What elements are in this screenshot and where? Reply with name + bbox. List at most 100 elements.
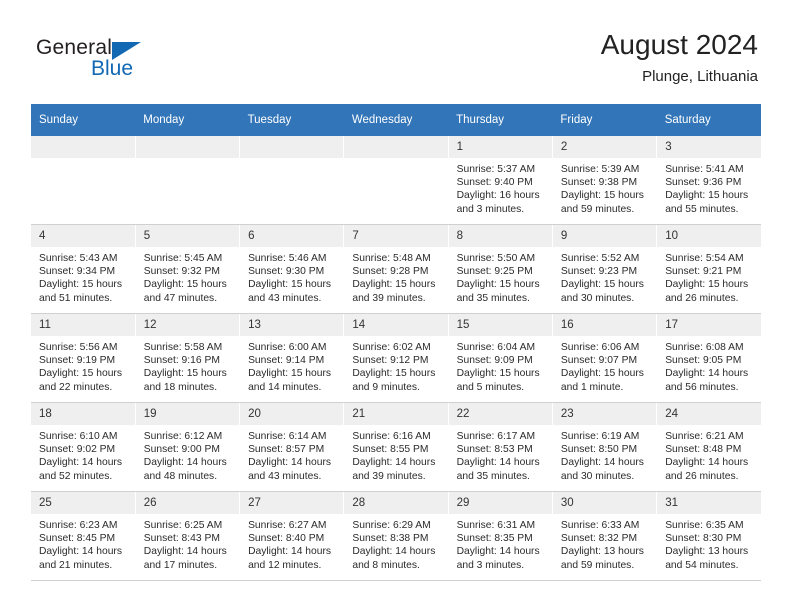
sunset-text: Sunset: 8:57 PM	[248, 444, 325, 456]
calendar-day-cell[interactable]: 9 Sunrise: 5:52 AM Sunset: 9:23 PM Daylight…	[552, 224, 658, 314]
calendar-day-cell[interactable]: 11 Sunrise: 5:56 AM Sunset: 9:19 PM Dayligh…	[31, 313, 136, 403]
weekday-header-saturday: Saturday	[656, 104, 761, 136]
sunrise-text: Sunrise: 5:41 AM	[665, 164, 744, 175]
calendar-day-cell[interactable]: 24 Sunrise: 6:21 AM Sunset: 8:48 PM Dayligh…	[656, 402, 761, 492]
sunset-text: Sunset: 8:30 PM	[665, 533, 742, 545]
calendar-day-cell[interactable]: 2 Sunrise: 5:39 AM Sunset: 9:38 PM Daylight…	[552, 136, 658, 225]
calendar-day-cell[interactable]: 25 Sunrise: 6:23 AM Sunset: 8:45 PM Dayligh…	[31, 491, 136, 581]
day-number: 26	[135, 492, 240, 514]
sunrise-text: Sunrise: 6:16 AM	[352, 431, 431, 442]
day-details: Sunrise: 6:14 AM Sunset: 8:57 PM Daylight:…	[240, 425, 343, 483]
weekday-header-monday: Monday	[135, 104, 240, 136]
page-title: August 2024	[600, 29, 758, 60]
calendar-day-cell[interactable]: 29 Sunrise: 6:31 AM Sunset: 8:35 PM Dayligh…	[448, 491, 553, 581]
calendar-day-cell[interactable]: 4 Sunrise: 5:43 AM Sunset: 9:34 PM Daylight…	[31, 224, 136, 314]
calendar-day-cell[interactable]: 27 Sunrise: 6:27 AM Sunset: 8:40 PM Dayligh…	[239, 491, 345, 581]
sunset-text: Sunset: 8:38 PM	[352, 533, 429, 545]
calendar-day-cell[interactable]: 17 Sunrise: 6:08 AM Sunset: 9:05 PM Dayligh…	[656, 313, 761, 403]
calendar-week-row: 25 Sunrise: 6:23 AM Sunset: 8:45 PM Dayligh…	[31, 491, 761, 581]
daylight-text: Daylight: 16 hours and 3 minutes.	[456, 190, 540, 215]
calendar-day-cell[interactable]: 6 Sunrise: 5:46 AM Sunset: 9:30 PM Daylight…	[239, 224, 345, 314]
calendar-day-cell[interactable]: 15 Sunrise: 6:04 AM Sunset: 9:09 PM Dayligh…	[448, 313, 553, 403]
brand-name-blue: Blue	[91, 57, 134, 80]
daylight-text: Daylight: 14 hours and 35 minutes.	[456, 457, 540, 482]
sunrise-text: Sunrise: 6:04 AM	[456, 342, 536, 353]
page-header: General Blue August 2024 Plunge, Lithuan…	[0, 0, 792, 100]
calendar-week-row: 18 Sunrise: 6:10 AM Sunset: 9:02 PM Dayligh…	[31, 402, 761, 492]
weekday-header-thursday: Thursday	[448, 104, 553, 136]
day-details: Sunrise: 6:00 AM Sunset: 9:14 PM Daylight:…	[240, 336, 343, 394]
sunset-text: Sunset: 9:38 PM	[560, 177, 638, 189]
calendar-day-cell[interactable]: 19 Sunrise: 6:12 AM Sunset: 9:00 PM Dayligh…	[135, 402, 241, 492]
sunset-text: Sunset: 8:32 PM	[560, 533, 638, 545]
calendar-day-cell[interactable]: 13 Sunrise: 6:00 AM Sunset: 9:14 PM Dayligh…	[239, 313, 345, 403]
calendar-cell-empty	[135, 136, 241, 225]
day-number: 21	[344, 403, 448, 425]
sunset-text: Sunset: 9:21 PM	[665, 266, 742, 278]
day-number: 16	[552, 314, 657, 336]
day-number: 1	[448, 136, 552, 158]
calendar-day-cell[interactable]: 22 Sunrise: 6:17 AM Sunset: 8:53 PM Dayligh…	[448, 402, 553, 492]
day-number: 8	[448, 225, 552, 247]
calendar-day-cell[interactable]: 1 Sunrise: 5:37 AM Sunset: 9:40 PM Daylight…	[448, 136, 553, 225]
daylight-text: Daylight: 15 hours and 5 minutes.	[456, 368, 540, 393]
day-number: 5	[135, 225, 240, 247]
calendar-day-cell[interactable]: 16 Sunrise: 6:06 AM Sunset: 9:07 PM Dayligh…	[552, 313, 658, 403]
day-number: 15	[448, 314, 552, 336]
brand-logo[interactable]: General Blue	[36, 36, 216, 88]
sunrise-text: Sunrise: 5:37 AM	[456, 164, 536, 175]
sunrise-text: Sunrise: 6:02 AM	[352, 342, 431, 353]
day-number: 28	[344, 492, 448, 514]
calendar-week-row: 1 Sunrise: 5:37 AM Sunset: 9:40 PM Daylight…	[31, 136, 761, 225]
sunrise-text: Sunrise: 6:00 AM	[248, 342, 327, 353]
calendar-day-cell[interactable]: 21 Sunrise: 6:16 AM Sunset: 8:55 PM Dayligh…	[343, 402, 449, 492]
day-details: Sunrise: 5:39 AM Sunset: 9:38 PM Daylight:…	[553, 158, 656, 216]
sunrise-text: Sunrise: 6:10 AM	[39, 431, 118, 442]
daylight-text: Daylight: 14 hours and 8 minutes.	[352, 546, 436, 571]
calendar-day-cell[interactable]: 5 Sunrise: 5:45 AM Sunset: 9:32 PM Daylight…	[135, 224, 241, 314]
sunset-text: Sunset: 8:40 PM	[248, 533, 325, 545]
day-number: 17	[657, 314, 761, 336]
day-details: Sunrise: 6:23 AM Sunset: 8:45 PM Daylight:…	[31, 514, 135, 572]
sunrise-text: Sunrise: 5:54 AM	[665, 253, 744, 264]
calendar-day-cell[interactable]: 12 Sunrise: 5:58 AM Sunset: 9:16 PM Dayligh…	[135, 313, 241, 403]
calendar-week-row: 11 Sunrise: 5:56 AM Sunset: 9:19 PM Dayligh…	[31, 313, 761, 403]
sunrise-text: Sunrise: 6:19 AM	[560, 431, 640, 442]
day-details: Sunrise: 6:08 AM Sunset: 9:05 PM Daylight:…	[657, 336, 761, 394]
calendar-day-cell[interactable]: 31 Sunrise: 6:35 AM Sunset: 8:30 PM Dayligh…	[656, 491, 761, 581]
sunrise-text: Sunrise: 6:33 AM	[560, 520, 640, 531]
day-number: 31	[657, 492, 761, 514]
sunset-text: Sunset: 9:05 PM	[665, 355, 742, 367]
calendar-day-cell[interactable]: 8 Sunrise: 5:50 AM Sunset: 9:25 PM Daylight…	[448, 224, 553, 314]
sunset-text: Sunset: 9:00 PM	[143, 444, 220, 456]
day-details: Sunrise: 5:46 AM Sunset: 9:30 PM Daylight:…	[240, 247, 343, 305]
calendar-day-cell[interactable]: 26 Sunrise: 6:25 AM Sunset: 8:43 PM Dayligh…	[135, 491, 241, 581]
day-number: 4	[31, 225, 135, 247]
location-subtitle: Plunge, Lithuania	[642, 68, 758, 85]
sunset-text: Sunset: 9:30 PM	[248, 266, 325, 278]
day-number: 11	[31, 314, 135, 336]
sunset-text: Sunset: 9:40 PM	[456, 177, 533, 189]
sunset-text: Sunset: 9:19 PM	[39, 355, 116, 367]
calendar-day-cell[interactable]: 30 Sunrise: 6:33 AM Sunset: 8:32 PM Dayligh…	[552, 491, 658, 581]
calendar-day-cell[interactable]: 3 Sunrise: 5:41 AM Sunset: 9:36 PM Daylight…	[656, 136, 761, 225]
calendar-day-cell[interactable]: 23 Sunrise: 6:19 AM Sunset: 8:50 PM Dayligh…	[552, 402, 658, 492]
calendar-day-cell[interactable]: 20 Sunrise: 6:14 AM Sunset: 8:57 PM Dayligh…	[239, 402, 345, 492]
sunset-text: Sunset: 9:34 PM	[39, 266, 116, 278]
calendar-day-cell[interactable]: 10 Sunrise: 5:54 AM Sunset: 9:21 PM Dayligh…	[656, 224, 761, 314]
calendar-day-cell[interactable]: 28 Sunrise: 6:29 AM Sunset: 8:38 PM Dayligh…	[343, 491, 449, 581]
calendar-cell-empty	[31, 136, 136, 225]
daylight-text: Daylight: 15 hours and 1 minute.	[560, 368, 644, 393]
day-number: 30	[552, 492, 657, 514]
day-details: Sunrise: 5:52 AM Sunset: 9:23 PM Daylight:…	[553, 247, 656, 305]
day-number: 18	[31, 403, 135, 425]
sunrise-text: Sunrise: 6:14 AM	[248, 431, 327, 442]
calendar-day-cell[interactable]: 14 Sunrise: 6:02 AM Sunset: 9:12 PM Dayligh…	[343, 313, 449, 403]
weekday-header-wednesday: Wednesday	[343, 104, 449, 136]
day-number: 19	[135, 403, 240, 425]
weekday-header-tuesday: Tuesday	[239, 104, 344, 136]
day-number: 3	[657, 136, 761, 158]
calendar-day-cell[interactable]: 7 Sunrise: 5:48 AM Sunset: 9:28 PM Daylight…	[343, 224, 449, 314]
calendar-day-cell[interactable]: 18 Sunrise: 6:10 AM Sunset: 9:02 PM Dayligh…	[31, 402, 136, 492]
daylight-text: Daylight: 14 hours and 26 minutes.	[665, 457, 749, 482]
